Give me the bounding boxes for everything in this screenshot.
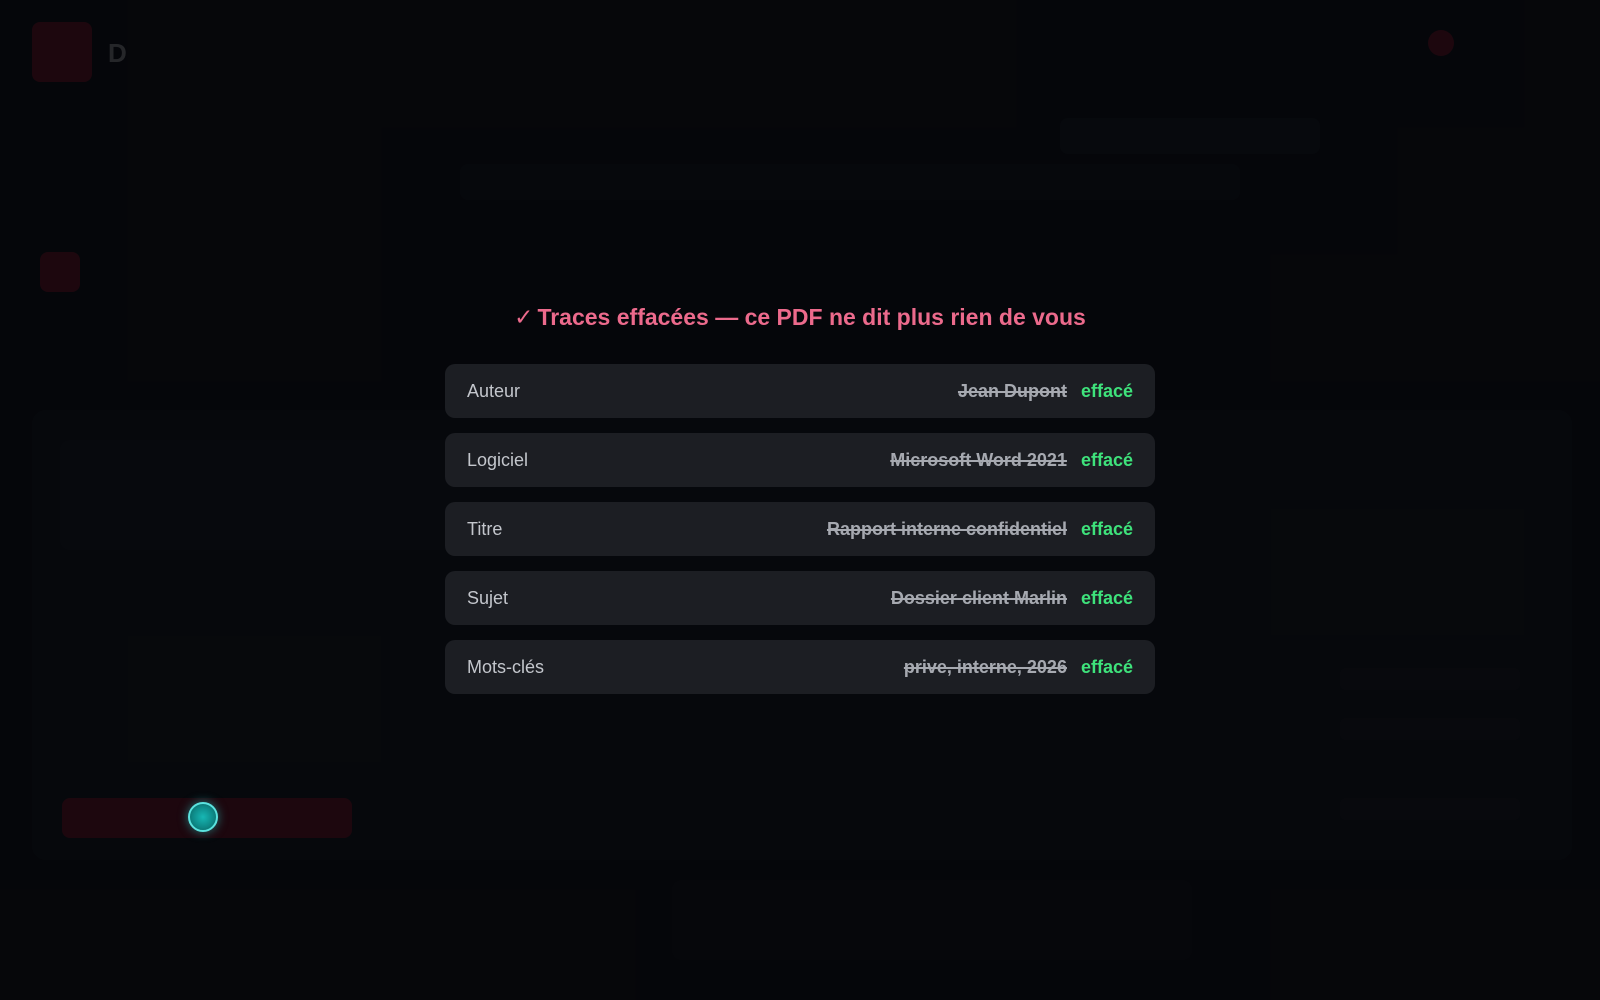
row-old-value: Rapport interne confidentiel	[826, 518, 1067, 539]
row-status: effacé	[1080, 518, 1133, 539]
row-status: effacé	[1080, 380, 1133, 401]
row-status: effacé	[1080, 656, 1133, 677]
result-title-text: Traces effacées — ce PDF ne dit plus rie…	[537, 304, 1086, 330]
row-old-value: Microsoft Word 2021	[890, 449, 1067, 470]
cursor-indicator	[188, 802, 218, 832]
row-label: Auteur	[467, 380, 521, 401]
row-old-value: prive, interne, 2026	[903, 656, 1067, 677]
metadata-row-auteur: Auteur Jean Dupont effacé	[445, 364, 1155, 418]
metadata-row-sujet: Sujet Dossier client Marlin effacé	[445, 571, 1155, 625]
row-status: effacé	[1080, 587, 1133, 608]
row-label: Sujet	[467, 587, 509, 608]
row-old-value: Jean Dupont	[957, 380, 1067, 401]
row-status: effacé	[1080, 449, 1133, 470]
row-label: Logiciel	[467, 449, 529, 470]
screen: D ✓Traces effacées — ce PDF ne dit plus …	[0, 0, 1600, 1000]
metadata-row-mots-cles: Mots-clés prive, interne, 2026 effacé	[445, 640, 1155, 694]
row-label: Mots-clés	[467, 656, 545, 677]
metadata-row-logiciel: Logiciel Microsoft Word 2021 effacé	[445, 433, 1155, 487]
check-icon: ✓	[514, 304, 534, 330]
result-title: ✓ Traces effacées — ce PDF ne dit plus ri…	[0, 304, 1600, 331]
row-label: Titre	[467, 518, 503, 539]
metadata-list: Auteur Jean Dupont effacé Logiciel Micro…	[445, 364, 1155, 709]
row-old-value: Dossier client Marlin	[890, 587, 1067, 608]
metadata-row-titre: Titre Rapport interne confidentiel effac…	[445, 502, 1155, 556]
